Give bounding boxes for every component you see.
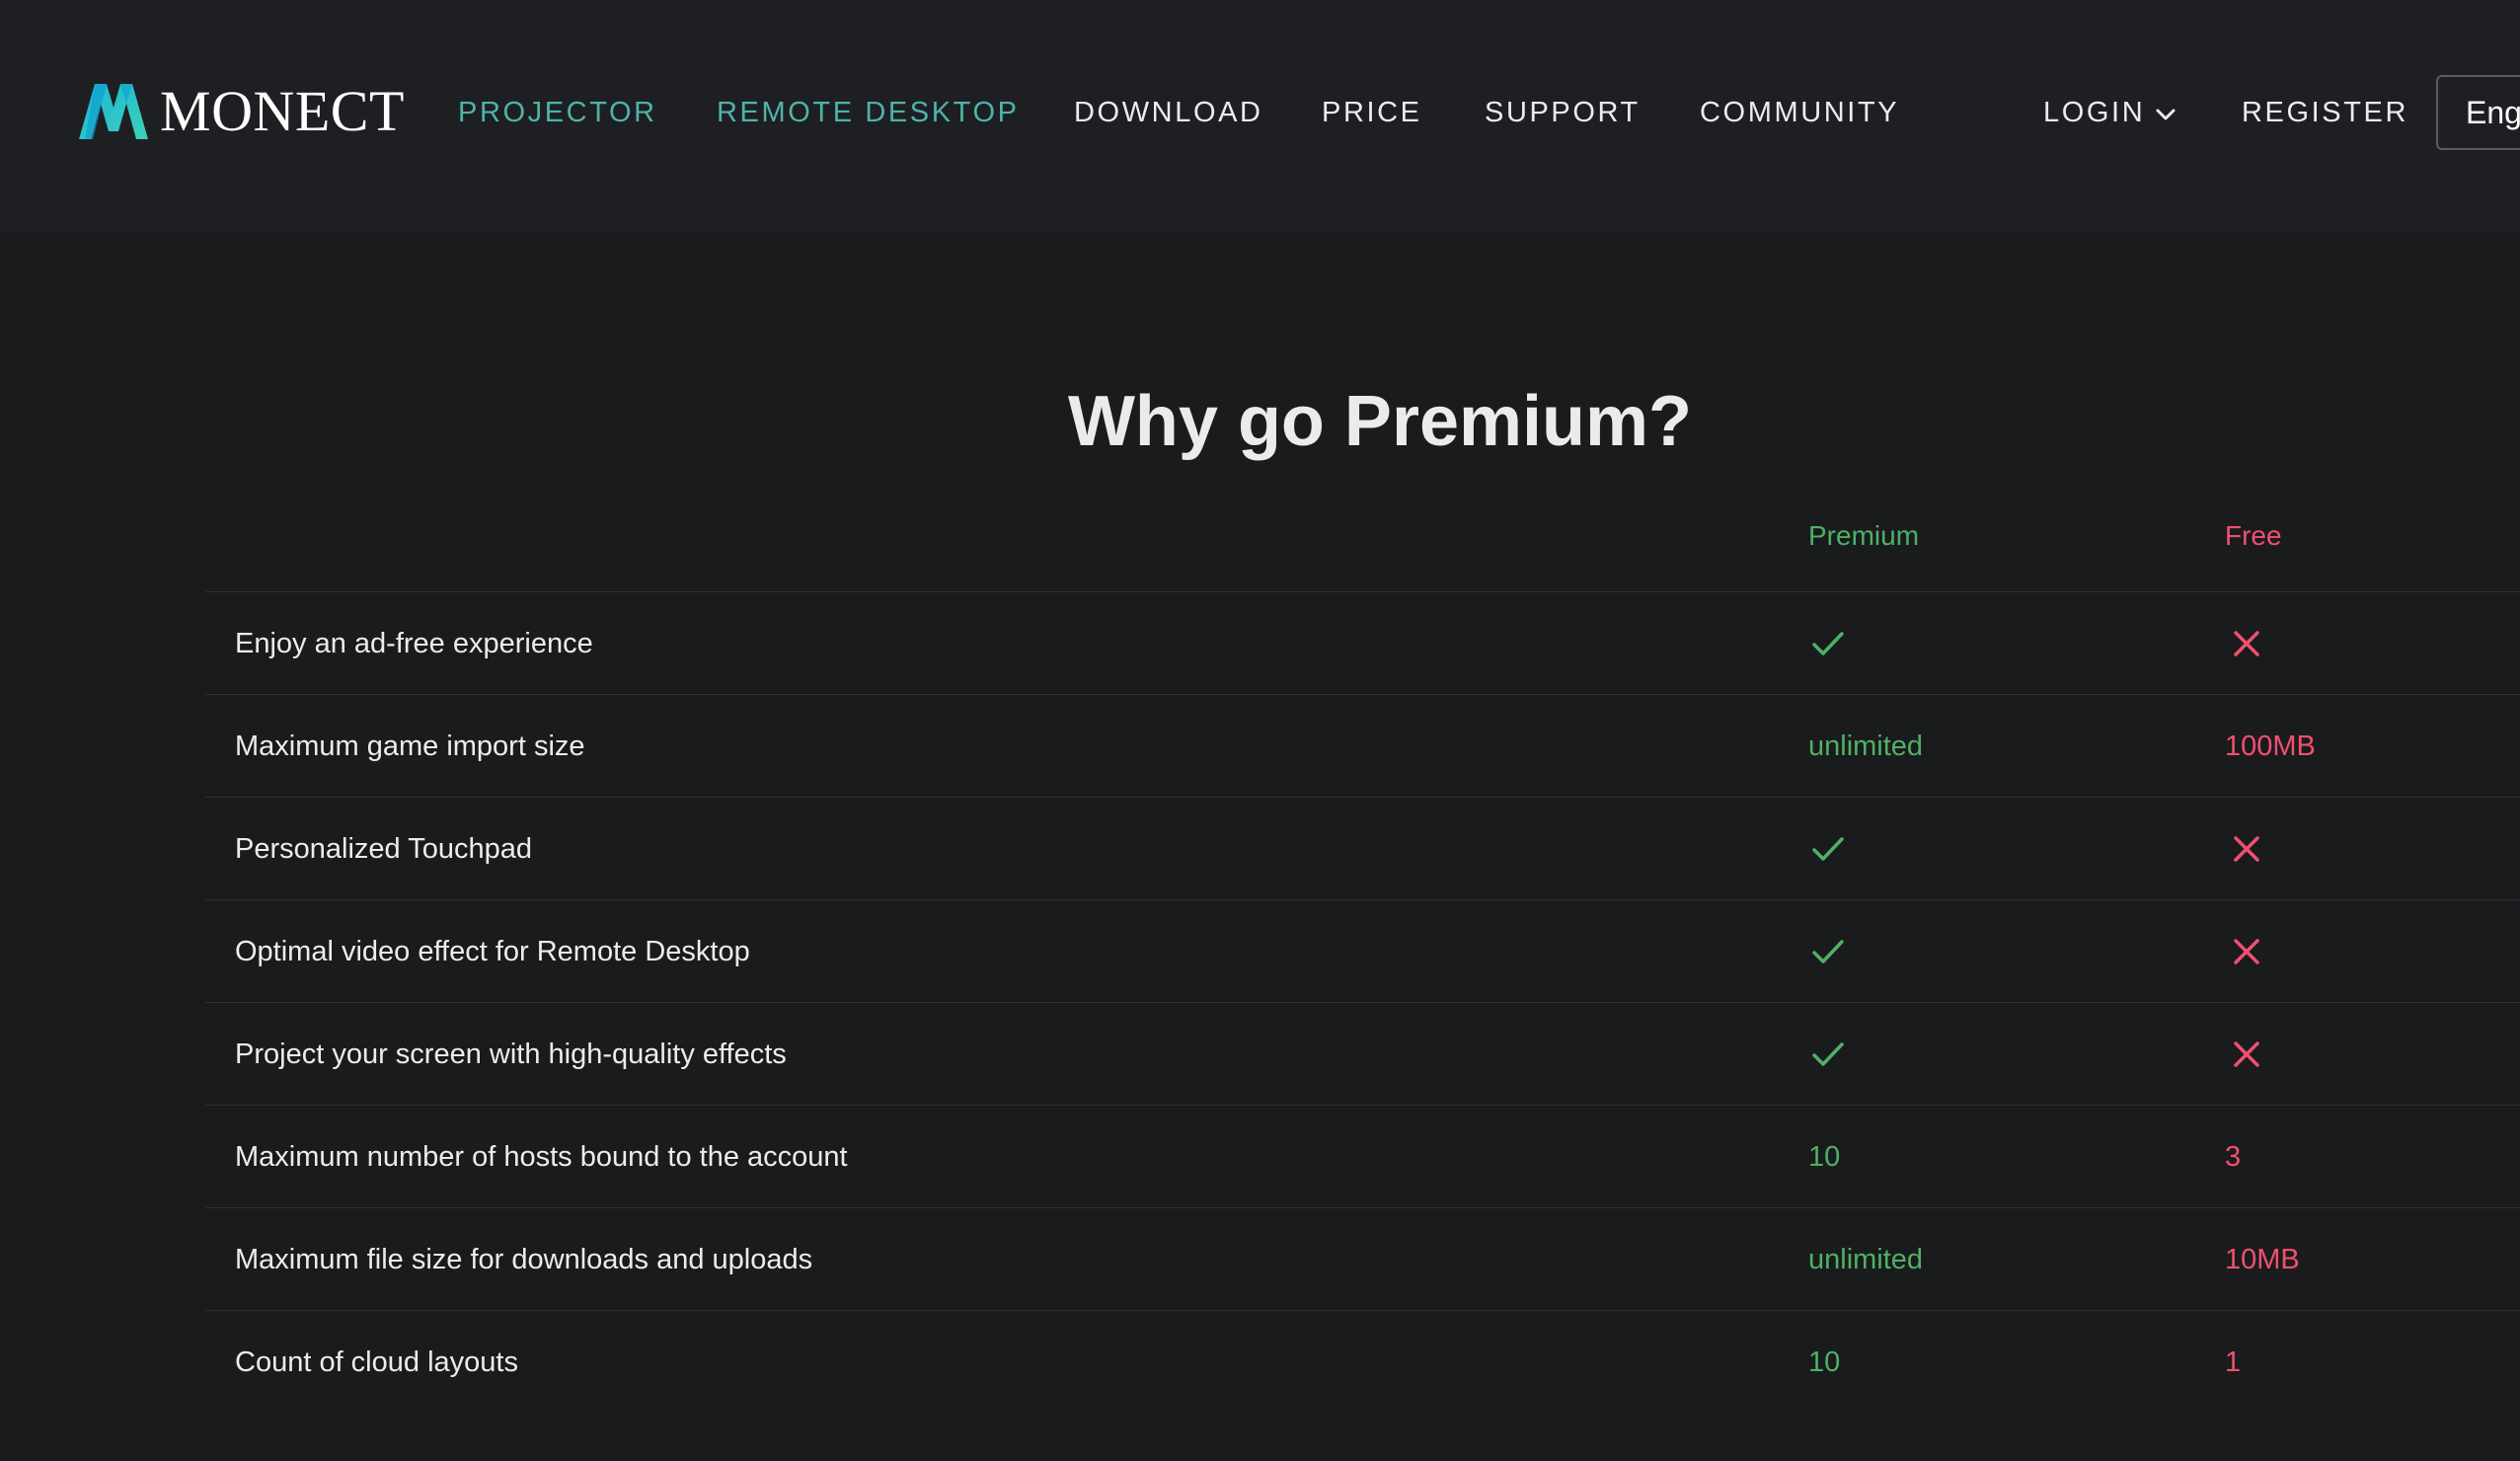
check-icon — [1810, 628, 1846, 659]
page: MONECT PROJECTOR REMOTE DESKTOP DOWNLOAD… — [0, 0, 2520, 1461]
free-value: 100MB — [2225, 730, 2316, 762]
cross-icon — [2231, 936, 2262, 967]
page-title: Why go Premium? — [1067, 382, 1693, 461]
login-dropdown[interactable]: LOGIN — [2043, 95, 2176, 130]
feature-label: Enjoy an ad-free experience — [235, 628, 593, 659]
nav-register[interactable]: REGISTER — [2242, 95, 2408, 130]
nav-support[interactable]: SUPPORT — [1485, 95, 1641, 130]
nav-download[interactable]: DOWNLOAD — [1074, 95, 1263, 130]
table-row: Optimal video effect for Remote Desktop — [205, 899, 2520, 1002]
table-row: Count of cloud layouts 10 1 — [205, 1310, 2520, 1413]
free-value: 10MB — [2225, 1244, 2300, 1275]
language-selector[interactable]: Eng — [2436, 75, 2520, 150]
chevron-down-icon — [2145, 95, 2176, 130]
free-value: 1 — [2225, 1346, 2242, 1378]
premium-value: 10 — [1808, 1141, 1841, 1173]
premium-value: 10 — [1808, 1346, 1841, 1378]
nav-remote-desktop[interactable]: REMOTE DESKTOP — [717, 95, 1020, 130]
column-header-premium: Premium — [1808, 520, 1920, 551]
feature-label: Maximum number of hosts bound to the acc… — [235, 1141, 848, 1173]
feature-label: Project your screen with high-quality ef… — [235, 1038, 787, 1070]
check-icon — [1810, 1038, 1846, 1070]
free-value: 3 — [2225, 1141, 2242, 1173]
feature-label: Maximum file size for downloads and uplo… — [235, 1244, 813, 1275]
feature-label: Optimal video effect for Remote Desktop — [235, 936, 750, 967]
table-row: Project your screen with high-quality ef… — [205, 1002, 2520, 1105]
cross-icon — [2231, 1038, 2262, 1070]
feature-label: Maximum game import size — [235, 730, 585, 762]
premium-value: unlimited — [1808, 730, 1924, 762]
nav-price[interactable]: PRICE — [1322, 95, 1422, 130]
comparison-table: Enjoy an ad-free experience Maximum game … — [205, 591, 2520, 1413]
table-row: Personalized Touchpad — [205, 797, 2520, 899]
check-icon — [1810, 936, 1846, 967]
table-row: Maximum game import size unlimited 100MB — [205, 694, 2520, 797]
check-icon — [1810, 833, 1846, 865]
brand-name: MONECT — [160, 79, 405, 143]
nav-community[interactable]: COMMUNITY — [1700, 95, 1899, 130]
monect-m-logo-icon — [77, 84, 150, 139]
nav-projector[interactable]: PROJECTOR — [458, 95, 657, 130]
column-header-free: Free — [2225, 520, 2282, 551]
table-row: Maximum number of hosts bound to the acc… — [205, 1105, 2520, 1207]
table-row: Enjoy an ad-free experience — [205, 591, 2520, 694]
feature-label: Count of cloud layouts — [235, 1346, 518, 1378]
feature-label: Personalized Touchpad — [235, 833, 532, 865]
table-row: Maximum file size for downloads and uplo… — [205, 1207, 2520, 1310]
premium-value: unlimited — [1808, 1244, 1924, 1275]
login-label: LOGIN — [2043, 97, 2146, 128]
cross-icon — [2231, 833, 2262, 865]
brand-logo[interactable]: MONECT — [77, 81, 405, 142]
site-header: MONECT PROJECTOR REMOTE DESKTOP DOWNLOAD… — [0, 0, 2520, 232]
cross-icon — [2231, 628, 2262, 659]
